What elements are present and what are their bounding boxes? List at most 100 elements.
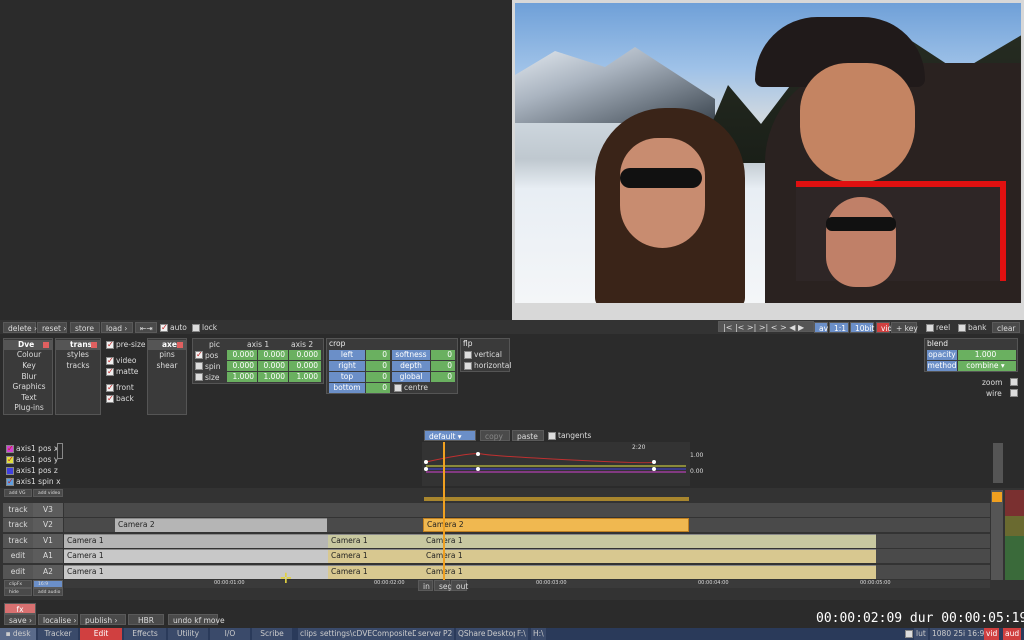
arrow-buttons[interactable]: ⇤⇥: [135, 322, 157, 333]
video-viewer[interactable]: [515, 3, 1021, 303]
localise-button[interactable]: localise ›: [38, 614, 78, 625]
graphics-item[interactable]: Graphics: [4, 382, 54, 393]
vid-button[interactable]: vid: [876, 322, 892, 333]
track-a1-mode[interactable]: edit: [3, 549, 33, 563]
size-axis1b-value[interactable]: 1.000: [258, 372, 288, 382]
tab-scribe[interactable]: Scribe: [252, 628, 292, 640]
size-axis1-value[interactable]: 1.000: [227, 372, 257, 382]
opacity-value[interactable]: 1.000: [958, 350, 1016, 360]
bits-button[interactable]: 10bit: [850, 322, 874, 333]
clip-camera2-a[interactable]: Camera 2: [115, 518, 327, 532]
paste-button[interactable]: paste: [512, 430, 544, 441]
track-v2-name[interactable]: V2: [33, 518, 63, 532]
spin-axis1-value[interactable]: 0.000: [227, 361, 257, 371]
zoom-checkbox[interactable]: [1010, 378, 1018, 386]
crop-top-value[interactable]: 0: [366, 372, 390, 382]
clear-button[interactable]: clear: [992, 322, 1020, 333]
tab-utility[interactable]: Utility: [168, 628, 208, 640]
keyframe[interactable]: [476, 467, 480, 471]
graph-scrollbar[interactable]: [993, 443, 1003, 483]
pos-axis1-value[interactable]: 0.000: [227, 350, 257, 360]
clip-camera1-a2b[interactable]: Camera 1: [328, 565, 423, 579]
undo-button[interactable]: undo kf move: [168, 614, 225, 625]
copy-button[interactable]: copy: [480, 430, 510, 441]
track-a2-mode[interactable]: edit: [3, 565, 33, 579]
tab-io[interactable]: I/O: [210, 628, 250, 640]
fx-button[interactable]: fx: [4, 603, 36, 614]
crop-bottom-value[interactable]: 0: [366, 383, 390, 393]
clip-camera2-b[interactable]: Camera 2: [423, 518, 689, 532]
back-checkbox[interactable]: [106, 394, 114, 403]
hide-button[interactable]: hide: [4, 588, 32, 596]
av-button[interactable]: av: [814, 322, 828, 333]
keyframe-graph[interactable]: 2:20 1.00 0.00: [422, 442, 703, 486]
aud-indicator[interactable]: aud: [1003, 628, 1022, 640]
ratio-button[interactable]: 1:1: [829, 322, 849, 333]
bank-checkbox[interactable]: [958, 324, 966, 332]
keyframe[interactable]: [476, 452, 480, 456]
load-button[interactable]: load ›: [101, 322, 133, 333]
track-v3-mode[interactable]: track: [3, 503, 33, 517]
blur-item[interactable]: Blur: [4, 372, 54, 383]
channel-pos-z-checkbox[interactable]: [6, 467, 14, 475]
track-v2-mode[interactable]: track: [3, 518, 33, 532]
plugins-item[interactable]: Plug-ins: [4, 403, 54, 414]
spin-axis2-value[interactable]: 0.000: [289, 361, 321, 371]
video-checkbox[interactable]: [106, 356, 114, 365]
pos-axis1b-value[interactable]: 0.000: [258, 350, 288, 360]
presize-checkbox[interactable]: [106, 340, 114, 349]
key-item[interactable]: Key: [4, 361, 54, 372]
clip-camera1-v1a[interactable]: Camera 1: [64, 534, 328, 548]
channel-pos-y-checkbox[interactable]: [6, 455, 14, 464]
styles-item[interactable]: styles: [56, 350, 100, 361]
scale-button[interactable]: 16:9: [33, 580, 63, 588]
wire-checkbox[interactable]: [1010, 389, 1018, 397]
hbr-button[interactable]: HBR: [128, 614, 164, 625]
time-ruler[interactable]: 00:00:01:00 00:00:02:00 00:00:03:00 00:0…: [64, 580, 990, 588]
centre-checkbox[interactable]: [394, 384, 402, 392]
track-v3-name[interactable]: V3: [33, 503, 63, 517]
status-qshare[interactable]: QShare: [456, 628, 488, 640]
keyframe[interactable]: [424, 460, 428, 464]
status-settings[interactable]: settings\cDVECompositeData: [318, 628, 433, 640]
clip-camera1-a1b[interactable]: Camera 1: [328, 549, 423, 563]
save-button[interactable]: save ›: [4, 614, 36, 625]
tab-desk[interactable]: ▪ desk: [0, 628, 36, 640]
depth-value[interactable]: 0: [431, 361, 455, 371]
keyframe[interactable]: [652, 460, 656, 464]
lut-checkbox[interactable]: [905, 630, 913, 638]
crop-left-value[interactable]: 0: [366, 350, 390, 360]
status-server[interactable]: server: [416, 628, 444, 640]
vid-indicator[interactable]: vid: [984, 628, 1000, 640]
vertical-checkbox[interactable]: [464, 351, 472, 359]
tab-edit[interactable]: Edit: [80, 628, 122, 640]
seg-button[interactable]: seg: [434, 580, 452, 591]
tab-tracker[interactable]: Tracker: [38, 628, 78, 640]
track-v1-mode[interactable]: track: [3, 534, 33, 548]
clip-camera1-a1a[interactable]: Camera 1: [64, 549, 328, 563]
clip-camera1-a2c[interactable]: Camera 1: [423, 565, 876, 579]
reset-button[interactable]: reset ›: [37, 322, 67, 333]
playhead[interactable]: [443, 442, 445, 582]
matte-checkbox[interactable]: [106, 367, 114, 376]
size-axis2-value[interactable]: 1.000: [289, 372, 321, 382]
status-p2[interactable]: P2: [441, 628, 455, 640]
out-button[interactable]: out: [451, 580, 468, 591]
in-button[interactable]: in: [418, 580, 433, 591]
colour-item[interactable]: Colour: [4, 350, 54, 361]
clip-camera1-v1b[interactable]: Camera 1: [328, 534, 423, 548]
spin-checkbox[interactable]: [195, 362, 203, 370]
shear-item[interactable]: shear: [148, 361, 186, 372]
track-v1-name[interactable]: V1: [33, 534, 63, 548]
clip-camera1-a1c[interactable]: Camera 1: [423, 549, 876, 563]
track-a2-name[interactable]: A2: [33, 565, 63, 579]
add-audio-button[interactable]: add audio: [33, 588, 63, 596]
global-value[interactable]: 0: [431, 372, 455, 382]
horizontal-checkbox[interactable]: [464, 362, 472, 370]
crop-right-value[interactable]: 0: [366, 361, 390, 371]
front-checkbox[interactable]: [106, 383, 114, 392]
channel-spin-x-checkbox[interactable]: [6, 477, 14, 486]
pos-checkbox[interactable]: [195, 350, 203, 359]
tab-effects[interactable]: Effects: [124, 628, 166, 640]
clip-camera1-v1c[interactable]: Camera 1: [423, 534, 876, 548]
